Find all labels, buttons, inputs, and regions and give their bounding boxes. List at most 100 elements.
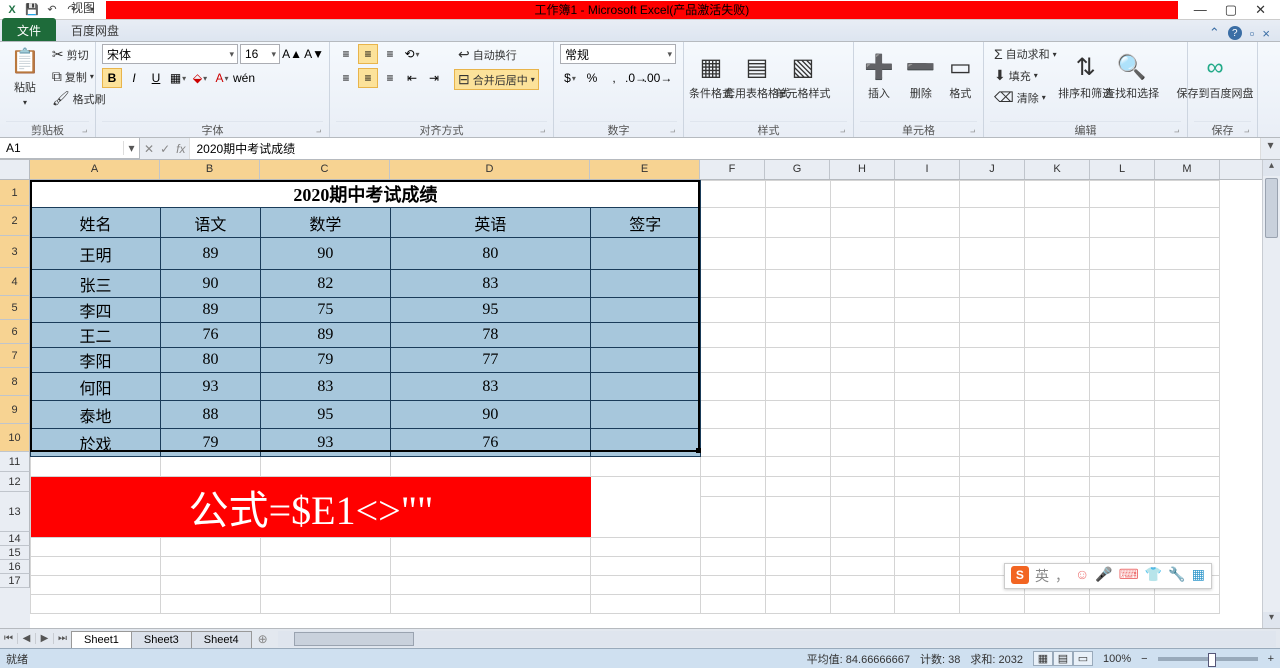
row-header-9[interactable]: 9 xyxy=(0,396,30,424)
ime-lang[interactable]: 英 xyxy=(1035,566,1049,586)
save-icon[interactable]: 💾 xyxy=(24,2,40,18)
align-left-button[interactable]: ≡ xyxy=(336,68,356,88)
formula-bar[interactable]: 2020期中考试成绩 xyxy=(189,138,1260,159)
select-all-corner[interactable] xyxy=(0,160,30,180)
close-button[interactable]: ✕ xyxy=(1255,2,1266,18)
ime-keyboard-icon[interactable]: ⌨ xyxy=(1119,566,1139,586)
paste-button[interactable]: 📋粘贴▾ xyxy=(6,44,44,110)
sheet-nav-next[interactable]: ▶ xyxy=(36,633,54,644)
percent-button[interactable]: % xyxy=(582,68,602,88)
fill-button[interactable]: ⬇填充▾ xyxy=(990,65,1061,86)
font-color-button[interactable]: A xyxy=(212,68,232,88)
tab-百度网盘[interactable]: 百度网盘 xyxy=(56,18,134,41)
autosum-button[interactable]: Σ自动求和▾ xyxy=(990,44,1061,64)
zoom-in-button[interactable]: + xyxy=(1268,653,1274,665)
col-header-A[interactable]: A xyxy=(30,160,160,179)
tab-file[interactable]: 文件 xyxy=(2,18,56,41)
underline-button[interactable]: U xyxy=(146,68,166,88)
row-headers[interactable]: 1234567891011121314151617 xyxy=(0,180,30,628)
col-header-L[interactable]: L xyxy=(1090,160,1155,179)
new-sheet-button[interactable]: ⊕ xyxy=(252,632,274,646)
align-center-button[interactable]: ≡ xyxy=(358,68,378,88)
view-buttons[interactable]: ▦▤▭ xyxy=(1033,651,1093,666)
row-header-5[interactable]: 5 xyxy=(0,296,30,320)
minimize-button[interactable]: — xyxy=(1194,2,1207,18)
col-header-J[interactable]: J xyxy=(960,160,1025,179)
italic-button[interactable]: I xyxy=(124,68,144,88)
col-header-G[interactable]: G xyxy=(765,160,830,179)
row-header-16[interactable]: 16 xyxy=(0,560,30,574)
name-box-dropdown[interactable]: ▾ xyxy=(123,141,139,155)
align-right-button[interactable]: ≡ xyxy=(380,68,400,88)
find-select-button[interactable]: 🔍查找和选择 xyxy=(1111,44,1153,110)
ime-skin-icon[interactable]: 👕 xyxy=(1145,566,1162,586)
sort-filter-button[interactable]: ⇅排序和筛选 xyxy=(1065,44,1107,110)
col-header-C[interactable]: C xyxy=(260,160,390,179)
sheet-nav[interactable]: ⏮ ◀ ▶ ⏭ xyxy=(0,633,72,644)
zoom-slider[interactable] xyxy=(1158,657,1258,661)
zoom-out-button[interactable]: − xyxy=(1141,653,1147,665)
expand-formula-bar[interactable]: ▾ xyxy=(1260,138,1280,159)
sheet-nav-first[interactable]: ⏮ xyxy=(0,633,18,644)
row-header-3[interactable]: 3 xyxy=(0,236,30,268)
ime-mic-icon[interactable]: 🎤 xyxy=(1095,566,1112,586)
align-middle-button[interactable]: ≡ xyxy=(358,44,378,64)
row-header-2[interactable]: 2 xyxy=(0,206,30,236)
col-header-I[interactable]: I xyxy=(895,160,960,179)
row-header-14[interactable]: 14 xyxy=(0,532,30,546)
maximize-button[interactable]: ▢ xyxy=(1225,2,1237,18)
minimize-ribbon-icon[interactable]: ⌃ xyxy=(1209,25,1220,41)
row-header-15[interactable]: 15 xyxy=(0,546,30,560)
row-header-11[interactable]: 11 xyxy=(0,452,30,472)
number-format-combo[interactable]: 常规 xyxy=(560,44,676,64)
save-baidu-button[interactable]: ∞保存到百度网盘 xyxy=(1194,44,1236,110)
shrink-font-button[interactable]: A▼ xyxy=(304,44,324,64)
tab-视图[interactable]: 视图 xyxy=(56,0,134,18)
align-bottom-button[interactable]: ≡ xyxy=(380,44,400,64)
orientation-button[interactable]: ⟲ xyxy=(402,44,422,64)
zoom-value[interactable]: 100% xyxy=(1103,653,1131,665)
col-header-F[interactable]: F xyxy=(700,160,765,179)
name-box-input[interactable] xyxy=(0,141,123,155)
help-icon[interactable]: ? xyxy=(1228,26,1242,40)
ime-tool-icon[interactable]: 🔧 xyxy=(1168,566,1185,586)
sheet-nav-last[interactable]: ⏭ xyxy=(54,633,72,644)
row-header-7[interactable]: 7 xyxy=(0,344,30,368)
vertical-scrollbar[interactable]: ▴▾ xyxy=(1262,160,1280,628)
row-header-4[interactable]: 4 xyxy=(0,268,30,296)
indent-dec-button[interactable]: ⇤ xyxy=(402,68,422,88)
cell-styles-button[interactable]: ▧单元格样式 xyxy=(782,44,824,110)
format-as-table-button[interactable]: ▤套用表格格式 xyxy=(736,44,778,110)
font-size-combo[interactable]: 16 xyxy=(240,44,280,64)
row-header-13[interactable]: 13 xyxy=(0,492,30,532)
align-top-button[interactable]: ≡ xyxy=(336,44,356,64)
accounting-button[interactable]: $ xyxy=(560,68,580,88)
ime-toolbar[interactable]: S 英 ， ☺ 🎤 ⌨ 👕 🔧 ▦ xyxy=(1004,563,1212,589)
ime-punct-icon[interactable]: ， xyxy=(1055,566,1069,586)
name-box[interactable]: ▾ xyxy=(0,138,140,159)
format-cells-button[interactable]: ▭格式 xyxy=(944,44,977,110)
delete-cells-button[interactable]: ➖删除 xyxy=(902,44,940,110)
insert-cells-button[interactable]: ➕插入 xyxy=(860,44,898,110)
font-name-combo[interactable]: 宋体 xyxy=(102,44,238,64)
sheet-nav-prev[interactable]: ◀ xyxy=(18,633,36,644)
wrap-text-button[interactable]: ↩自动换行 xyxy=(454,44,539,65)
sheet-tab-Sheet1[interactable]: Sheet1 xyxy=(71,631,132,648)
fx-icon[interactable]: fx xyxy=(176,142,185,156)
sheet-tab-Sheet4[interactable]: Sheet4 xyxy=(191,631,252,648)
row-header-6[interactable]: 6 xyxy=(0,320,30,344)
row-header-10[interactable]: 10 xyxy=(0,424,30,452)
window-close2-icon[interactable]: × xyxy=(1262,26,1270,41)
window-restore-icon[interactable]: ▫ xyxy=(1250,26,1255,41)
indent-inc-button[interactable]: ⇥ xyxy=(424,68,444,88)
cells-area[interactable]: 2020期中考试成绩姓名语文数学英语签字王明899080张三908283李四89… xyxy=(30,180,1262,628)
column-headers[interactable]: ABCDEFGHIJKLM xyxy=(30,160,1262,180)
col-header-M[interactable]: M xyxy=(1155,160,1220,179)
comma-button[interactable]: , xyxy=(604,68,624,88)
ime-emoji-icon[interactable]: ☺ xyxy=(1075,566,1089,586)
col-header-E[interactable]: E xyxy=(590,160,700,179)
cancel-formula-icon[interactable]: ✕ xyxy=(144,142,154,156)
row-header-12[interactable]: 12 xyxy=(0,472,30,492)
border-button[interactable]: ▦ xyxy=(168,68,188,88)
horizontal-scrollbar[interactable] xyxy=(278,631,1276,647)
